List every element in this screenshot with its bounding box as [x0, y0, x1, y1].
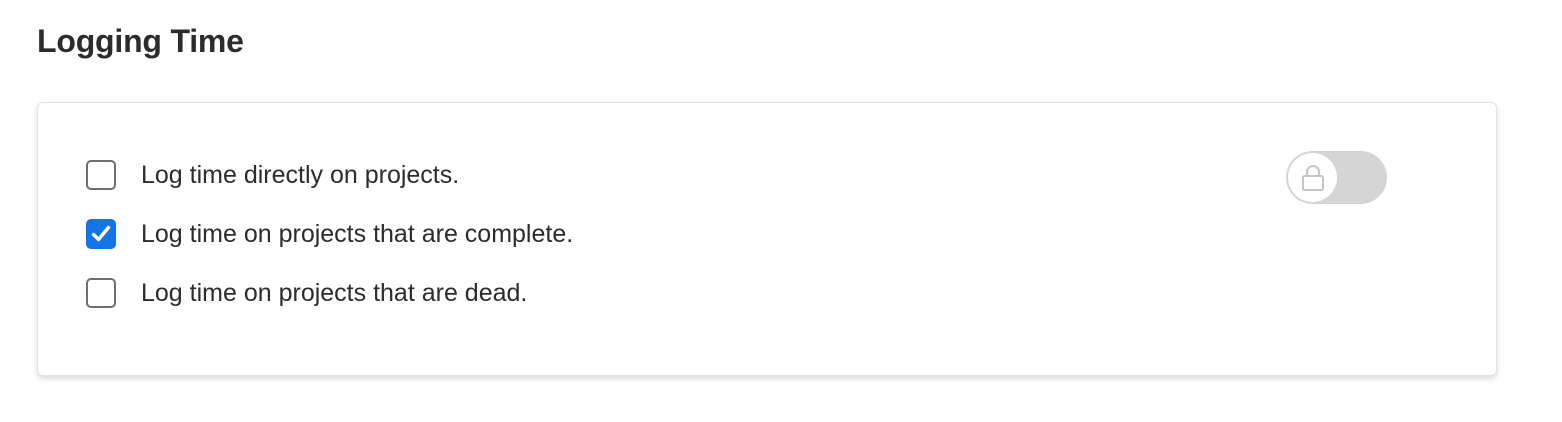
checkmark-icon [91, 225, 111, 242]
toggle-knob [1288, 153, 1337, 202]
option-log-time-complete[interactable]: Log time on projects that are complete. [86, 218, 573, 250]
option-label: Log time directly on projects. [141, 161, 460, 189]
locked-toggle-switch[interactable] [1286, 151, 1387, 204]
section-title: Logging Time [37, 23, 244, 59]
option-label: Log time on projects that are dead. [141, 279, 528, 307]
logging-time-options-card: Log time directly on projects. Log time … [37, 102, 1497, 376]
option-label: Log time on projects that are complete. [141, 220, 574, 248]
checkbox-log-time-complete[interactable] [86, 219, 116, 249]
checkbox-log-time-dead[interactable] [86, 278, 116, 308]
option-log-time-dead[interactable]: Log time on projects that are dead. [86, 277, 527, 309]
checkbox-log-time-directly[interactable] [86, 160, 116, 190]
option-log-time-directly[interactable]: Log time directly on projects. [86, 159, 459, 191]
lock-icon [1301, 164, 1324, 191]
logging-time-settings-page: Logging Time Log time directly on projec… [0, 0, 1562, 422]
